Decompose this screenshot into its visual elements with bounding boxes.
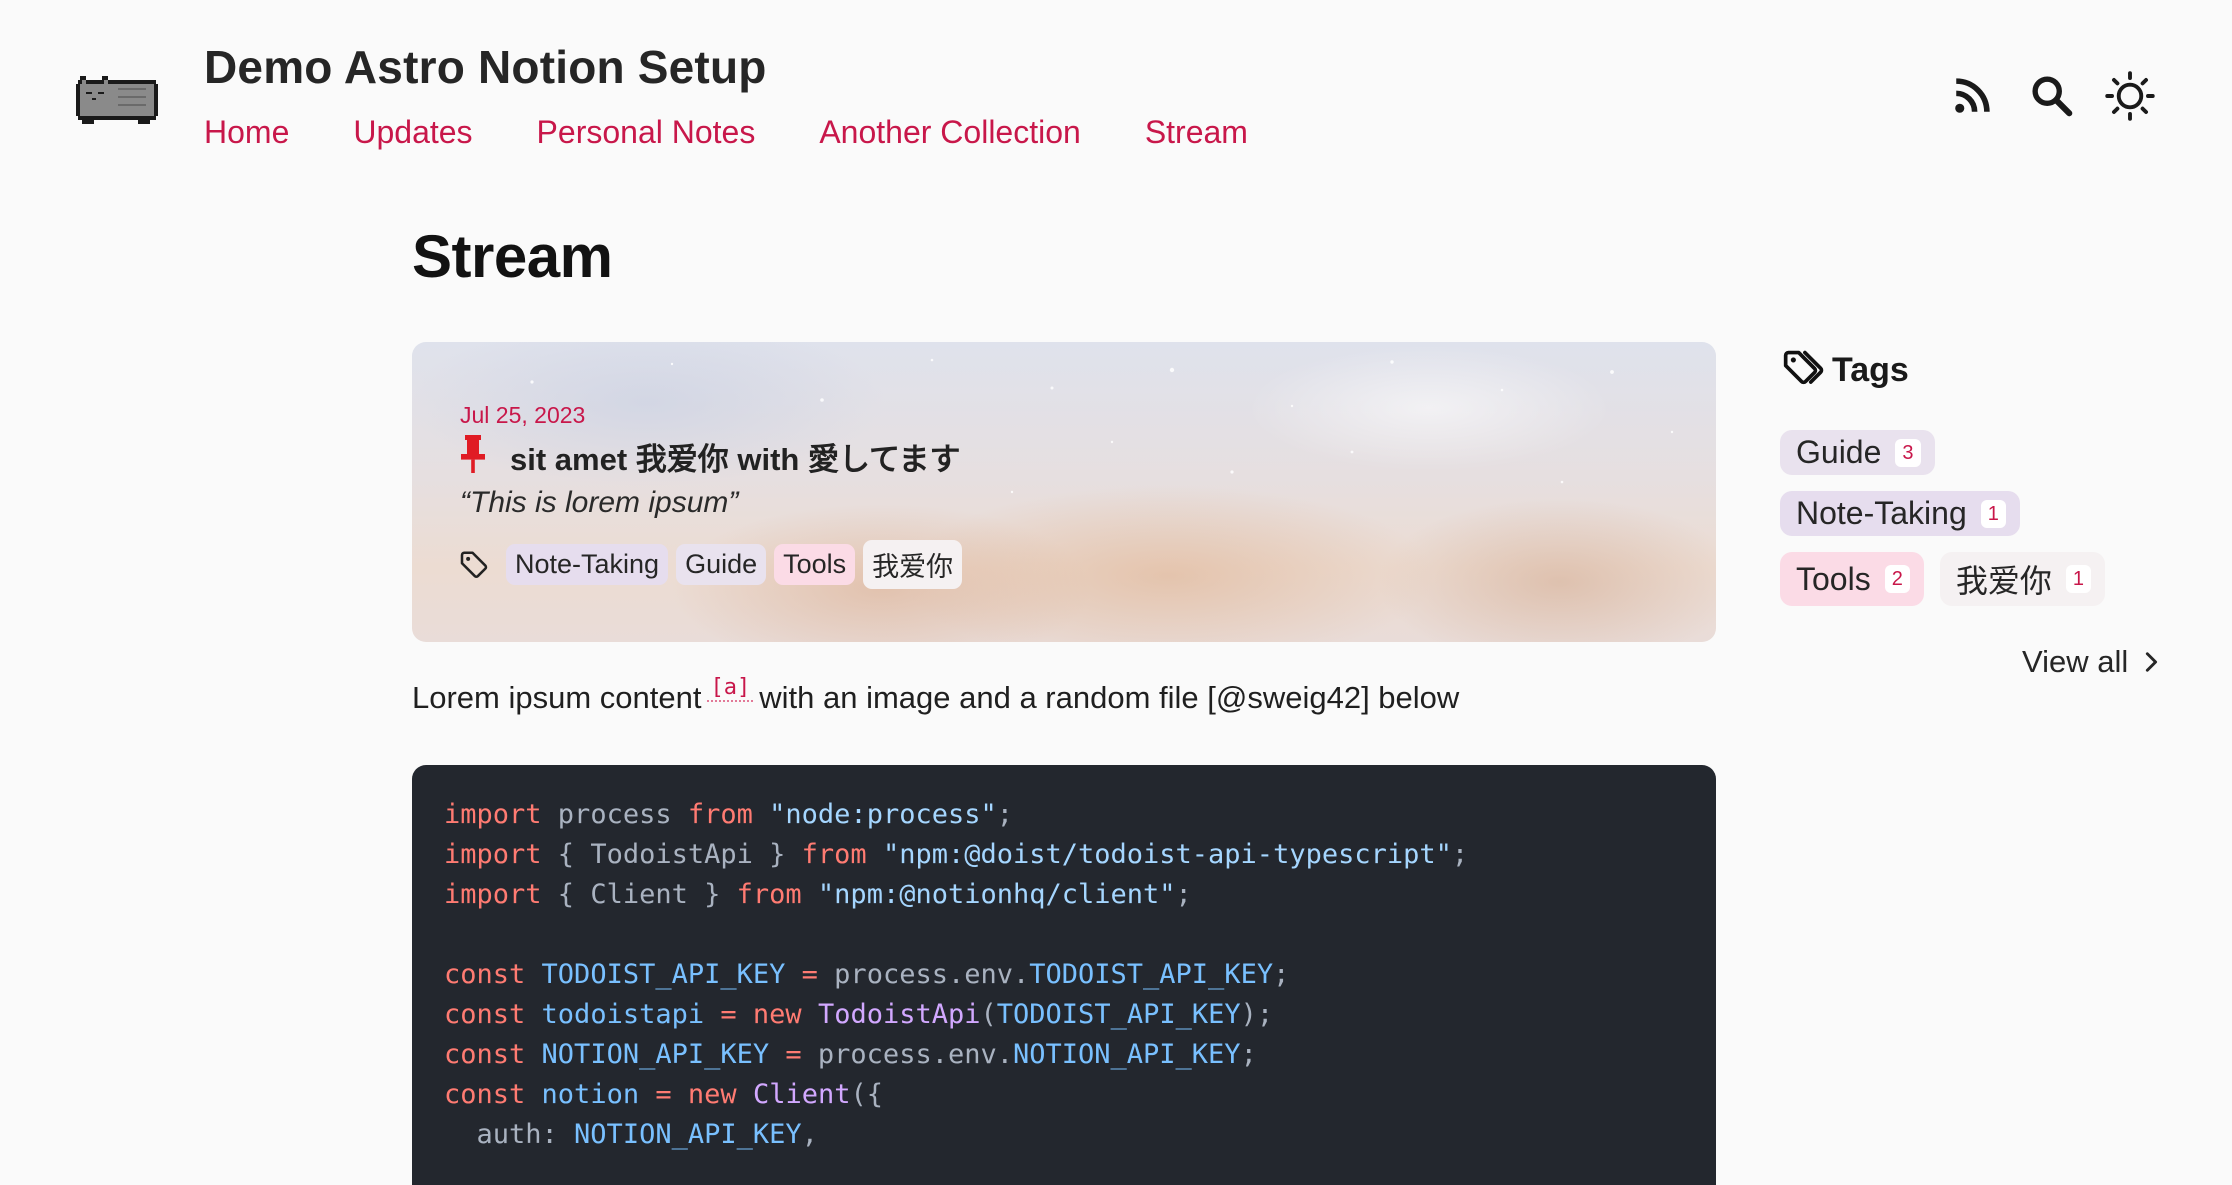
rss-icon[interactable]: [1946, 70, 1998, 122]
view-all-label: View all: [2022, 644, 2129, 679]
post-tag-guide[interactable]: Guide: [676, 544, 767, 585]
code-line: import { TodoistApi } from "npm:@doist/t…: [444, 839, 1469, 870]
nav-link-another-collection[interactable]: Another Collection: [819, 114, 1080, 151]
nav-link-updates[interactable]: Updates: [353, 114, 472, 151]
sidebar-tag-list: Guide 3 Note-Taking 1 Tools 2 我爱你 1: [1780, 430, 2200, 622]
sidebar-tag-label: 我爱你: [1955, 563, 2052, 599]
tags-heading: Tags: [1782, 348, 1909, 392]
nav-link-stream[interactable]: Stream: [1145, 114, 1248, 151]
code-block[interactable]: import process from "node:process"; impor…: [412, 765, 1716, 1185]
site-header: Demo Astro Notion Setup Home Updates Per…: [0, 0, 2232, 170]
sidebar-tag-label: Note-Taking: [1796, 495, 1967, 531]
view-all-tags-link[interactable]: View all: [2022, 644, 2160, 680]
sidebar-tag-count: 1: [2065, 565, 2091, 593]
cat-logo-icon[interactable]: [74, 64, 160, 128]
code-line: const NOTION_API_KEY = process.env.NOTIO…: [444, 1039, 1257, 1070]
code-line: const TODOIST_API_KEY = process.env.TODO…: [444, 959, 1290, 990]
nav-link-personal-notes[interactable]: Personal Notes: [537, 114, 756, 151]
post-tag-tools[interactable]: Tools: [774, 544, 856, 585]
site-title[interactable]: Demo Astro Notion Setup: [204, 40, 767, 94]
body-text-after: with an image and a random file [@sweig4…: [759, 680, 1460, 715]
tag-row: Tools 2 我爱你 1: [1780, 552, 2200, 606]
chevron-right-icon: [2142, 651, 2160, 673]
post-tag-list: Note-Taking Guide Tools 我爱你: [458, 540, 963, 589]
tag-row: Guide 3: [1780, 430, 2200, 475]
post-card[interactable]: Jul 25, 2023 sit amet 我爱你 with 愛してます “Th…: [412, 342, 1716, 642]
tags-icon: [1782, 348, 1826, 392]
post-excerpt: “This is lorem ipsum”: [460, 486, 739, 519]
post-tag-note-taking[interactable]: Note-Taking: [506, 544, 669, 585]
post-title-link[interactable]: sit amet 我爱你 with 愛してます: [458, 434, 961, 479]
post-title: sit amet 我爱你 with 愛してます: [510, 442, 961, 477]
post-date: Jul 25, 2023: [460, 402, 586, 428]
sidebar-tag-label: Guide: [1796, 434, 1882, 470]
sun-icon[interactable]: [2104, 70, 2156, 122]
sidebar-tag-note-taking[interactable]: Note-Taking 1: [1780, 491, 2020, 536]
page-title: Stream: [412, 223, 613, 290]
nav-link-home[interactable]: Home: [204, 114, 289, 151]
code-line: auth: NOTION_API_KEY,: [444, 1119, 818, 1150]
post-tag-woaini[interactable]: 我爱你: [863, 540, 963, 589]
tags-heading-label: Tags: [1832, 350, 1909, 389]
code-line: const todoistapi = new TodoistApi(TODOIS…: [444, 999, 1274, 1030]
sidebar-tag-woaini[interactable]: 我爱你 1: [1939, 552, 2105, 606]
search-icon[interactable]: [2026, 70, 2078, 122]
code-line: import { Client } from "npm:@notionhq/cl…: [444, 879, 1192, 910]
post-body-text: Lorem ipsum content [a] with an image and …: [412, 675, 1460, 716]
code-line: const notion = new Client({: [444, 1079, 883, 1110]
sidebar-tag-tools[interactable]: Tools 2: [1780, 552, 1924, 606]
sidebar-tag-count: 1: [1980, 499, 2006, 528]
sidebar-tag-label: Tools: [1796, 560, 1871, 597]
tag-icon: [458, 549, 490, 581]
main-nav: Home Updates Personal Notes Another Coll…: [204, 114, 1248, 151]
pin-icon: [458, 434, 488, 479]
body-text-before: Lorem ipsum content: [412, 680, 702, 715]
code-line: import process from "node:process";: [444, 799, 1013, 830]
tag-row: Note-Taking 1: [1780, 491, 2200, 536]
sidebar-tag-count: 3: [1895, 438, 1921, 467]
footnote-ref[interactable]: [a]: [707, 675, 754, 702]
sidebar-tag-guide[interactable]: Guide 3: [1780, 430, 1935, 475]
sidebar-tag-count: 2: [1884, 565, 1910, 593]
